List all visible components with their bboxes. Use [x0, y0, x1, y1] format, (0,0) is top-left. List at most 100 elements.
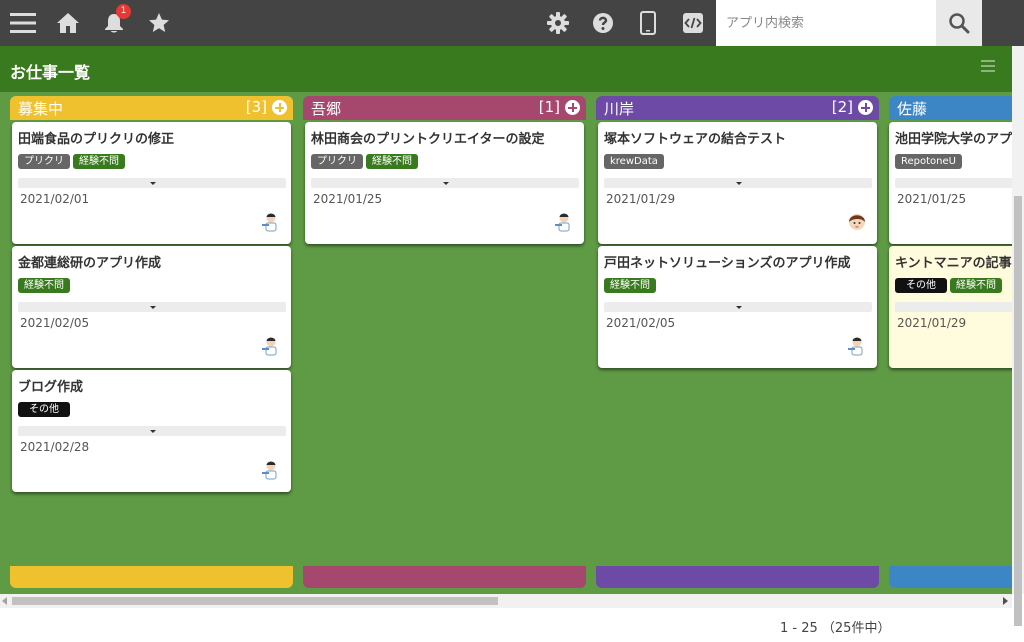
card-expand-toggle[interactable] [18, 426, 286, 436]
card-expand-toggle[interactable] [311, 178, 579, 188]
column-footer [10, 566, 293, 588]
column-footer [596, 566, 879, 588]
column-footer [889, 566, 1012, 588]
job-card[interactable]: 林田商会のプリントクリエイターの設定 プリクリ 経験不問 2021/01/25 [305, 122, 584, 244]
search-icon [949, 13, 970, 34]
page-title-bar: お仕事一覧 [0, 46, 1024, 92]
pagination-info: 1 - 25 （25件中） [780, 621, 891, 636]
avatar [262, 337, 277, 356]
vertical-scroll-thumb[interactable] [1014, 196, 1022, 626]
column-body: 田端食品のプリクリの修正 プリクリ 経験不問 2021/02/01 金都連総研の… [10, 120, 293, 566]
search-input[interactable] [716, 0, 936, 46]
card-title: 戸田ネットソリューションズのアプリ作成 [604, 256, 851, 271]
card-date: 2021/02/05 [20, 316, 90, 330]
card-date: 2021/01/29 [897, 316, 967, 330]
column-name: 募集中 [18, 100, 64, 118]
column-count: [3] [245, 98, 267, 116]
avatar [848, 337, 863, 356]
vertical-scrollbar[interactable] [1012, 46, 1024, 626]
avatar [555, 213, 570, 232]
job-card[interactable]: 田端食品のプリクリの修正 プリクリ 経験不問 2021/02/01 [12, 122, 291, 244]
card-date: 2021/02/01 [20, 192, 90, 206]
avatar [262, 213, 277, 232]
top-toolbar: 1 [0, 0, 1024, 46]
column-header: 募集中 [3] [10, 96, 293, 120]
notification-bell-icon[interactable]: 1 [99, 4, 131, 38]
card-expand-toggle[interactable] [604, 178, 872, 188]
job-card[interactable]: 池田学院大学のアプ RepotoneU 2021/01/25 [889, 122, 1012, 244]
column-body: 林田商会のプリントクリエイターの設定 プリクリ 経験不問 2021/01/25 [303, 120, 586, 566]
kanban-board: 募集中 [3] 田端食品のプリクリの修正 プリクリ 経験不問 2021/02/0… [0, 92, 1012, 594]
add-card-icon[interactable] [858, 100, 873, 115]
kanban-column: 募集中 [3] 田端食品のプリクリの修正 プリクリ 経験不問 2021/02/0… [10, 96, 293, 590]
tag-label: プリクリ [311, 154, 363, 169]
job-card[interactable]: ブログ作成 その他 2021/02/28 [12, 370, 291, 492]
help-icon[interactable] [588, 8, 618, 38]
job-card[interactable]: 塚本ソフトウェアの結合テスト krewData 2021/01/29 [598, 122, 877, 244]
column-header: 川岸 [2] [596, 96, 879, 120]
avatar [262, 461, 277, 480]
job-card[interactable]: 金都連総研のアプリ作成 経験不問 2021/02/05 [12, 246, 291, 368]
card-title: キントマニアの記事 [895, 256, 1012, 271]
add-card-icon[interactable] [565, 100, 580, 115]
add-card-icon[interactable] [272, 100, 287, 115]
column-footer [303, 566, 586, 588]
card-title: 池田学院大学のアプ [895, 132, 1012, 147]
code-icon[interactable] [678, 8, 708, 38]
column-header: 佐藤 [889, 96, 1012, 120]
tag-label: 経験不問 [366, 154, 418, 169]
scroll-right-icon[interactable] [1003, 597, 1009, 605]
column-body: 池田学院大学のアプ RepotoneU 2021/01/25 キントマニアの記事… [889, 120, 1012, 566]
card-title: 林田商会のプリントクリエイターの設定 [311, 132, 545, 147]
hamburger-menu-icon[interactable] [8, 8, 38, 38]
scroll-left-icon[interactable] [2, 597, 8, 605]
card-date: 2021/01/29 [606, 192, 676, 206]
tag-label: 経験不問 [604, 278, 656, 293]
notification-badge: 1 [116, 4, 131, 19]
gear-icon[interactable] [543, 8, 573, 38]
tag-label: krewData [604, 154, 664, 169]
column-header: 吾郷 [1] [303, 96, 586, 120]
card-title: ブログ作成 [18, 380, 84, 395]
column-count: [2] [831, 98, 853, 116]
card-expand-toggle[interactable] [18, 302, 286, 312]
column-body: 塚本ソフトウェアの結合テスト krewData 2021/01/29 戸田ネット… [596, 120, 879, 566]
horizontal-scroll-thumb[interactable] [12, 597, 498, 605]
tag-label: その他 [895, 278, 947, 293]
card-date: 2021/02/28 [20, 440, 90, 454]
job-card[interactable]: キントマニアの記事 その他 経験不問 2021/01/29 [889, 246, 1012, 368]
kanban-column: 川岸 [2] 塚本ソフトウェアの結合テスト krewData 2021/01/2… [596, 96, 879, 590]
column-name: 川岸 [604, 100, 635, 118]
mobile-device-icon[interactable] [633, 8, 663, 38]
card-expand-toggle[interactable] [18, 178, 286, 188]
card-title: 田端食品のプリクリの修正 [18, 132, 175, 147]
tag-label: 経験不問 [18, 278, 70, 293]
title-menu-icon[interactable] [981, 60, 995, 74]
column-name: 吾郷 [311, 100, 342, 118]
column-name: 佐藤 [897, 100, 928, 118]
kanban-column: 佐藤 池田学院大学のアプ RepotoneU 2021/01/25 キントマニア… [889, 96, 1012, 590]
search-button[interactable] [936, 0, 982, 46]
card-date: 2021/01/25 [313, 192, 383, 206]
card-expand-toggle[interactable] [895, 178, 1012, 188]
star-icon[interactable] [144, 8, 174, 38]
search-box [716, 0, 982, 46]
page-title: お仕事一覧 [10, 63, 91, 82]
tag-label: プリクリ [18, 154, 70, 169]
tag-label: RepotoneU [895, 154, 962, 169]
tag-label: その他 [18, 402, 70, 417]
kanban-column: 吾郷 [1] 林田商会のプリントクリエイターの設定 プリクリ 経験不問 2021… [303, 96, 586, 590]
avatar [849, 214, 865, 230]
home-icon[interactable] [53, 8, 83, 38]
card-date: 2021/02/05 [606, 316, 676, 330]
card-expand-toggle[interactable] [604, 302, 872, 312]
card-date: 2021/01/25 [897, 192, 967, 206]
card-title: 金都連総研のアプリ作成 [18, 256, 162, 271]
horizontal-scrollbar[interactable] [0, 594, 1012, 608]
card-expand-toggle[interactable] [895, 302, 1012, 312]
card-title: 塚本ソフトウェアの結合テスト [604, 132, 787, 147]
column-count: [1] [538, 98, 560, 116]
tag-label: 経験不問 [950, 278, 1002, 293]
job-card[interactable]: 戸田ネットソリューションズのアプリ作成 経験不問 2021/02/05 [598, 246, 877, 368]
tag-label: 経験不問 [73, 154, 125, 169]
